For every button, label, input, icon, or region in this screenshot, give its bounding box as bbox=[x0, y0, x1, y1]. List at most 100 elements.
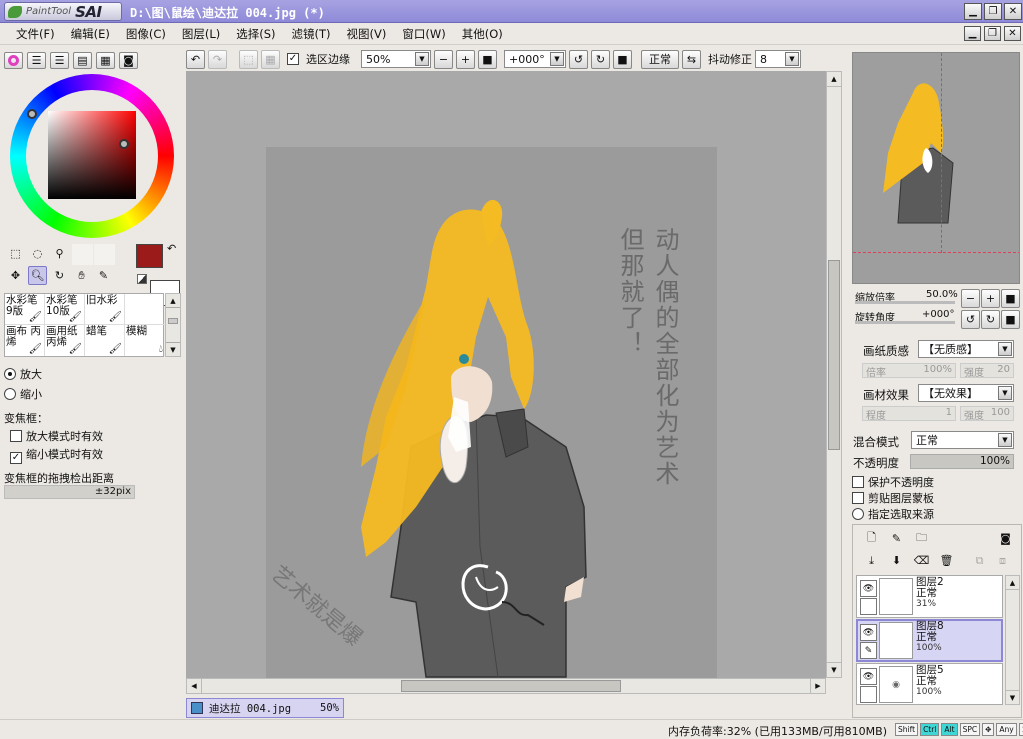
canvas-vscroll-thumb[interactable] bbox=[828, 260, 840, 450]
selection-edge-checkbox[interactable]: ✓ bbox=[287, 53, 299, 65]
magic-wand-icon[interactable]: ⚲ bbox=[50, 244, 69, 263]
scratchpad-tab[interactable]: ◙ bbox=[119, 52, 138, 69]
rotate-reset-button[interactable]: ■ bbox=[613, 49, 632, 69]
selection-source-radio[interactable] bbox=[852, 508, 864, 520]
brush-watercolor10[interactable]: 水彩笔 10版 🖌︎ bbox=[45, 294, 85, 325]
merge-layers-icon[interactable]: ⬇ bbox=[887, 551, 906, 570]
rect-select-icon[interactable]: ⬚ bbox=[6, 244, 25, 263]
stabilizer-select[interactable]: 8 ▼ bbox=[755, 50, 801, 68]
zoom-out-frame-option[interactable]: ✓ 缩小模式时有效 bbox=[10, 446, 103, 464]
menu-filter[interactable]: 滤镜(T) bbox=[284, 26, 339, 42]
close-button[interactable]: ✕ bbox=[1004, 3, 1022, 20]
maximize-button[interactable]: ❐ bbox=[984, 3, 1002, 20]
layer-lock-slot[interactable] bbox=[860, 598, 877, 615]
rotate-right-button[interactable]: ↻ bbox=[591, 49, 610, 69]
opacity-slider[interactable]: 100% bbox=[910, 454, 1014, 469]
new-vector-layer-icon[interactable]: ✎ bbox=[887, 529, 906, 548]
eye-icon[interactable]: 👁︎ bbox=[860, 624, 877, 641]
canvas[interactable]: 动人偶的全部化为艺术 但那就了！ 艺术就是爆 bbox=[186, 71, 826, 678]
layer-list-scrollbar[interactable]: ▲ ▼ bbox=[1005, 575, 1020, 705]
zoom-out-frame-checkbox[interactable]: ✓ bbox=[10, 452, 22, 464]
protect-opacity-option[interactable]: 保护不透明度 bbox=[852, 474, 934, 490]
nav-zoom-out-button[interactable]: − bbox=[961, 289, 980, 308]
invert-selection-button[interactable]: ▦ bbox=[261, 49, 280, 69]
zoom-in-frame-option[interactable]: 放大模式时有效 bbox=[10, 428, 103, 444]
paper-effect-select[interactable]: 【无效果】 ▼ bbox=[918, 384, 1014, 402]
selection-source-option[interactable]: 指定选取来源 bbox=[852, 506, 934, 522]
brush-old-watercolor[interactable]: 旧水彩 🖌︎ bbox=[85, 294, 125, 325]
eyedropper-icon[interactable]: ✎ bbox=[94, 266, 113, 285]
merge-down-icon[interactable]: ⤓ bbox=[862, 551, 881, 570]
minimize-button[interactable]: ▁ bbox=[964, 3, 982, 20]
rotation-select[interactable]: +000° ▼ bbox=[504, 50, 566, 68]
hand-icon[interactable]: ✋︎ bbox=[72, 266, 91, 285]
delete-mask-icon[interactable]: ⧈ bbox=[993, 551, 1012, 570]
nav-rotate-left-button[interactable]: ↺ bbox=[961, 310, 980, 329]
zoom-in-option[interactable]: 放大 bbox=[4, 366, 42, 382]
paper-texture-select[interactable]: 【无质感】 ▼ bbox=[918, 340, 1014, 358]
brush-watercolor9[interactable]: 水彩笔 9版 🖌︎ bbox=[5, 294, 45, 325]
zoom-select[interactable]: 50% ▼ bbox=[361, 50, 431, 68]
zoom-out-button[interactable]: − bbox=[434, 49, 453, 69]
primary-color-swatch[interactable] bbox=[136, 244, 163, 268]
hsv-slider-tab[interactable]: ☰ bbox=[50, 52, 69, 69]
layer-mask-icon[interactable]: ◙ bbox=[996, 529, 1015, 548]
saturation-value-square[interactable] bbox=[48, 111, 136, 199]
canvas-hscroll-thumb[interactable] bbox=[401, 680, 621, 692]
sv-marker[interactable] bbox=[119, 139, 129, 149]
artwork[interactable]: 动人偶的全部化为艺术 但那就了！ 艺术就是爆 bbox=[266, 147, 717, 678]
clipping-option[interactable]: 剪贴图层蒙板 bbox=[852, 490, 934, 506]
navigator-preview[interactable] bbox=[852, 52, 1020, 284]
menu-file[interactable]: 文件(F) bbox=[8, 26, 63, 42]
new-folder-icon[interactable]: 🗀︎ bbox=[912, 529, 931, 548]
move-icon[interactable]: ✥ bbox=[6, 266, 25, 285]
paper-texture-rate[interactable]: 倍率 100% bbox=[862, 363, 956, 379]
eye-icon[interactable]: 👁︎ bbox=[860, 580, 877, 597]
reset-colors-icon[interactable] bbox=[137, 274, 147, 284]
brush-empty-slot[interactable] bbox=[125, 294, 165, 325]
zoom-icon[interactable]: 🔍︎ bbox=[28, 266, 47, 285]
hue-marker[interactable] bbox=[27, 109, 37, 119]
color-wheel-tab[interactable] bbox=[4, 52, 23, 69]
zoom-out-radio[interactable] bbox=[4, 388, 16, 400]
protect-opacity-checkbox[interactable] bbox=[852, 476, 864, 488]
layer-lock-slot[interactable] bbox=[860, 686, 877, 703]
canvas-horizontal-scrollbar[interactable]: ◀ ▶ bbox=[186, 678, 826, 694]
nav-rotate-reset-button[interactable]: ■ bbox=[1001, 310, 1020, 329]
drag-distance-slider[interactable]: ±32pix bbox=[4, 485, 135, 499]
palette-tab[interactable]: ▦ bbox=[96, 52, 115, 69]
brush-paper-acrylic[interactable]: 画用纸 丙烯 🖌︎ bbox=[45, 325, 85, 356]
lasso-icon[interactable]: ◌ bbox=[28, 244, 47, 263]
zoom-in-button[interactable]: + bbox=[456, 49, 475, 69]
apply-mask-icon[interactable]: ⧉ bbox=[970, 551, 989, 570]
eye-icon[interactable]: 👁︎ bbox=[860, 668, 877, 685]
redo-button[interactable]: ↷ bbox=[208, 49, 227, 69]
blend-mode-select[interactable]: 正常 ▼ bbox=[911, 431, 1014, 449]
rgb-slider-tab[interactable]: ☰ bbox=[27, 52, 46, 69]
document-tab[interactable]: 迪达拉 004.jpg 50% bbox=[186, 698, 344, 718]
menu-image[interactable]: 图像(C) bbox=[118, 26, 174, 42]
brush-canvas-acrylic[interactable]: 画布 丙烯 🖌︎ bbox=[5, 325, 45, 356]
menu-view[interactable]: 视图(V) bbox=[339, 26, 395, 42]
canvas-vertical-scrollbar[interactable]: ▲ ▼ bbox=[826, 71, 842, 678]
menu-other[interactable]: 其他(O) bbox=[454, 26, 511, 42]
menu-edit[interactable]: 编辑(E) bbox=[63, 26, 118, 42]
color-swatch-tab[interactable]: ▤ bbox=[73, 52, 92, 69]
blend-mode-button[interactable]: 正常 bbox=[641, 49, 679, 69]
paper-effect-strength[interactable]: 强度 100 bbox=[960, 406, 1014, 422]
nav-rotate-right-button[interactable]: ↻ bbox=[981, 310, 1000, 329]
layer-item-selected[interactable]: 👁︎ ✎ 图层8 正常 100% bbox=[856, 619, 1003, 662]
zoom-out-option[interactable]: 缩小 bbox=[4, 386, 42, 402]
zoom-reset-button[interactable]: ■ bbox=[478, 49, 497, 69]
doc-minimize-button[interactable]: ▁ bbox=[964, 26, 981, 41]
flip-canvas-button[interactable]: ⇆ bbox=[682, 49, 701, 69]
brush-list-scrollbar[interactable]: ▲ ▼ bbox=[165, 293, 181, 357]
brush-crayon[interactable]: 蜡笔 🖌︎ bbox=[85, 325, 125, 356]
rotate-icon[interactable]: ↻ bbox=[50, 266, 69, 285]
rotate-left-button[interactable]: ↺ bbox=[569, 49, 588, 69]
delete-layer-icon[interactable]: 🗑︎ bbox=[937, 551, 956, 570]
brush-blur[interactable]: 模糊 💧︎ bbox=[125, 325, 165, 356]
zoom-in-frame-checkbox[interactable] bbox=[10, 430, 22, 442]
undo-button[interactable]: ↶ bbox=[186, 49, 205, 69]
clipping-checkbox[interactable] bbox=[852, 492, 864, 504]
